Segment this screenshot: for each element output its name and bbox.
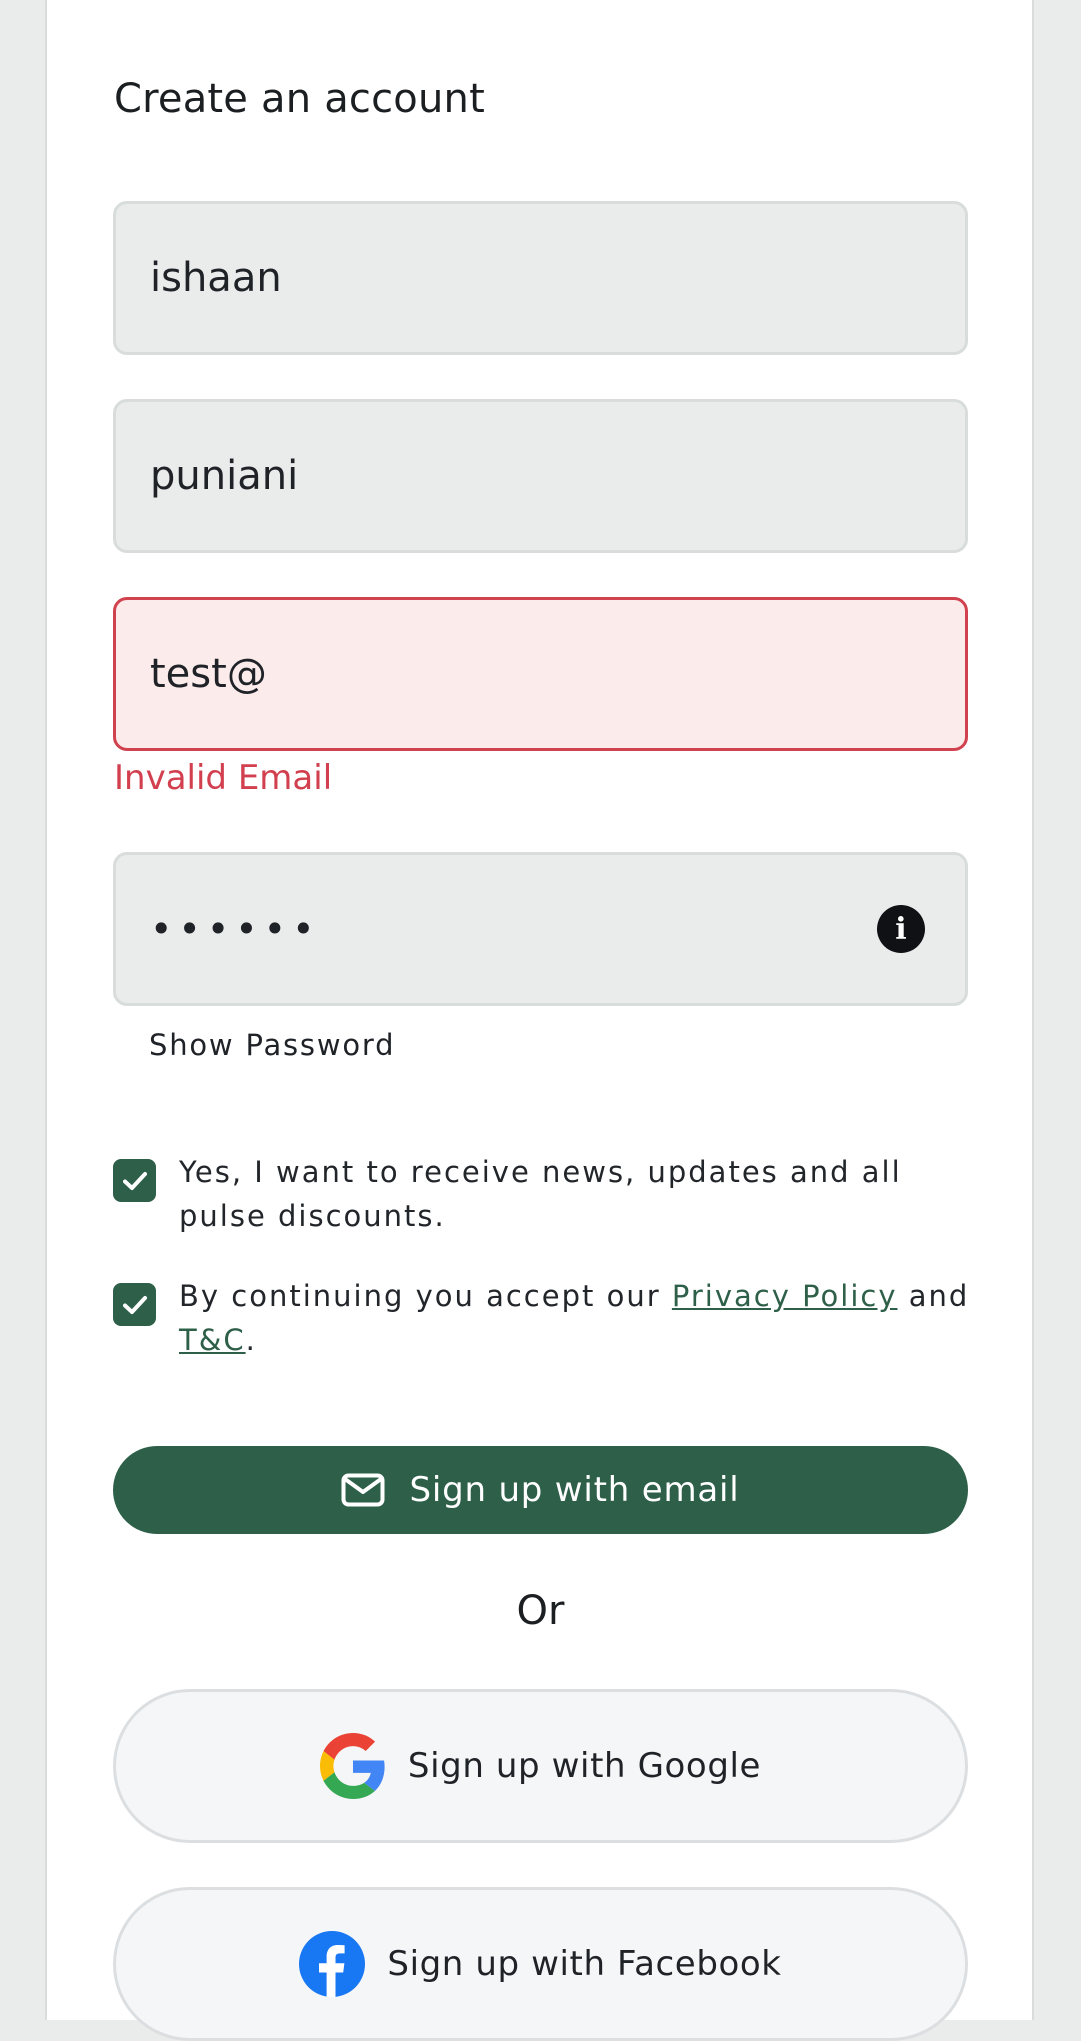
password-mask: •••••• (150, 907, 321, 951)
terms-consent-checkbox[interactable] (113, 1283, 156, 1326)
news-consent-row: Yes, I want to receive news, updates and… (113, 1155, 973, 1238)
last-name-value: puniani (150, 453, 299, 499)
checkmark-icon (122, 1171, 147, 1190)
news-consent-text: Yes, I want to receive news, updates and… (179, 1155, 902, 1233)
terms-consent-text: By continuing you accept our Privacy Pol… (179, 1274, 973, 1362)
sign-up-with-email-button[interactable]: Sign up with email (113, 1446, 968, 1534)
google-logo-icon (319, 1733, 386, 1799)
sign-up-with-google-button[interactable]: Sign up with Google (113, 1689, 968, 1843)
terms-link[interactable]: T&C (179, 1323, 246, 1357)
first-name-field[interactable]: ishaan (113, 201, 968, 355)
terms-prefix: By continuing you accept our (179, 1279, 672, 1313)
password-field[interactable]: •••••• i (113, 852, 968, 1006)
terms-and: and (897, 1279, 970, 1313)
or-divider: Or (516, 1588, 565, 1634)
email-error-message: Invalid Email (114, 758, 333, 798)
first-name-value: ishaan (150, 255, 282, 301)
sign-up-with-email-label: Sign up with email (409, 1470, 740, 1510)
info-icon[interactable]: i (877, 905, 925, 953)
page-title: Create an account (114, 76, 485, 122)
terms-suffix: . (245, 1323, 257, 1357)
last-name-field[interactable]: puniani (113, 399, 968, 553)
checkmark-icon (122, 1295, 147, 1314)
mail-icon (341, 1473, 385, 1507)
sign-up-with-facebook-label: Sign up with Facebook (387, 1944, 782, 1984)
email-field[interactable]: test@ (113, 597, 968, 751)
privacy-policy-link[interactable]: Privacy Policy (672, 1279, 898, 1313)
facebook-logo-icon (299, 1931, 366, 1997)
terms-consent-row: By continuing you accept our Privacy Pol… (113, 1279, 973, 1362)
sign-up-with-facebook-button[interactable]: Sign up with Facebook (113, 1887, 968, 2041)
sign-up-with-google-label: Sign up with Google (407, 1746, 762, 1786)
email-value: test@ (150, 651, 267, 697)
news-consent-checkbox[interactable] (113, 1159, 156, 1202)
show-password-toggle[interactable]: Show Password (149, 1028, 395, 1062)
